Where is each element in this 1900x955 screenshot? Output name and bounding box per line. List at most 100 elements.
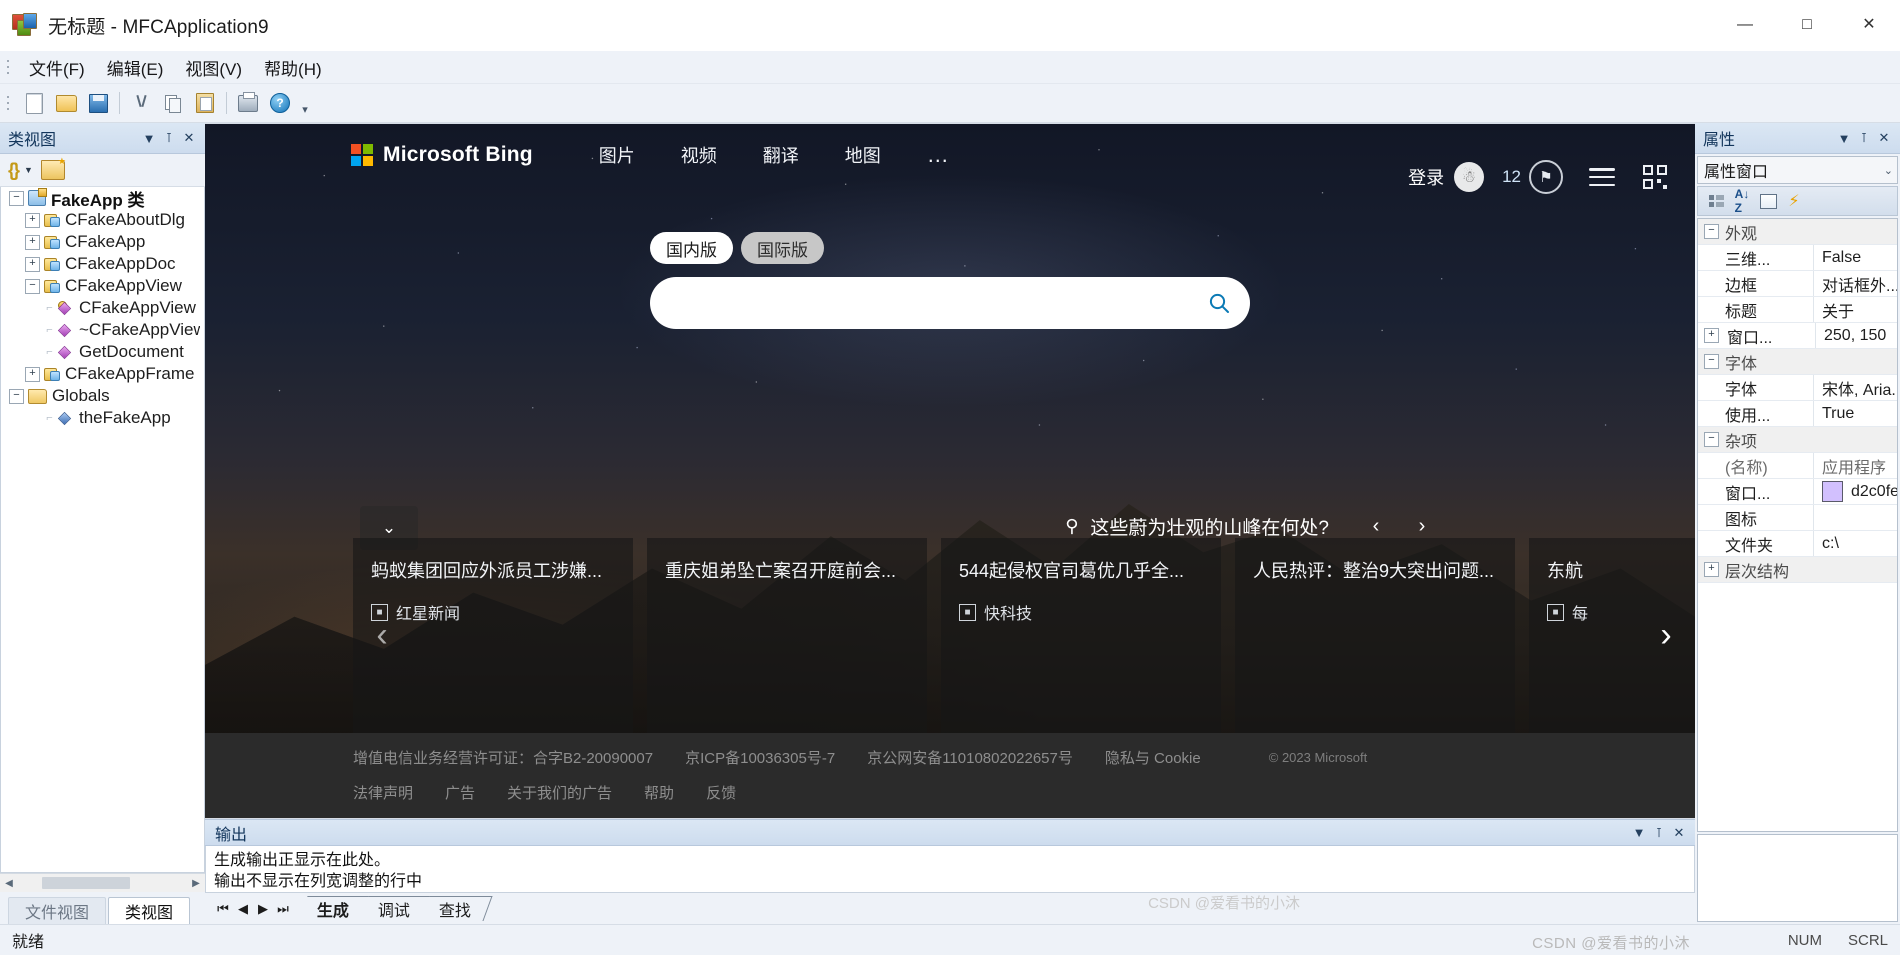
property-value[interactable]: False bbox=[1814, 249, 1897, 267]
expander-icon[interactable]: + bbox=[25, 212, 40, 228]
property-row-use-font[interactable]: 使用... True bbox=[1698, 401, 1897, 427]
expander-icon[interactable]: − bbox=[1704, 354, 1719, 369]
pin-icon[interactable]: ⊺ bbox=[1854, 128, 1874, 148]
next-tab-button[interactable]: ▶ bbox=[253, 901, 273, 917]
tab-class-view[interactable]: 类视图 bbox=[108, 897, 191, 924]
tree-node-cfakeappview-ctor[interactable]: ⌐ CFakeAppView bbox=[1, 297, 204, 319]
categorized-view-button[interactable] bbox=[1703, 190, 1729, 212]
alphabetical-view-button[interactable]: A↓ Z bbox=[1729, 187, 1755, 215]
toolbar-overflow-button[interactable]: ▾ bbox=[299, 90, 311, 116]
save-button[interactable] bbox=[83, 88, 113, 118]
footer-help[interactable]: 帮助 bbox=[644, 782, 674, 803]
bing-logo[interactable]: Microsoft Bing bbox=[351, 143, 533, 167]
class-filter-icon[interactable]: {} bbox=[8, 160, 20, 181]
nav-link-maps[interactable]: 地图 bbox=[845, 142, 881, 168]
footer-legal[interactable]: 法律声明 bbox=[353, 782, 413, 803]
property-value-color[interactable]: d2c0fe bbox=[1814, 481, 1897, 502]
properties-grid[interactable]: − 外观 三维... False 边框 对话框外... 标题 关于 + 窗口..… bbox=[1697, 218, 1898, 832]
print-button[interactable] bbox=[233, 88, 263, 118]
expander-icon[interactable]: + bbox=[25, 366, 40, 382]
property-pages-button[interactable] bbox=[1755, 190, 1781, 212]
expander-icon[interactable]: − bbox=[9, 388, 24, 404]
menu-help[interactable]: 帮助(H) bbox=[253, 51, 333, 84]
property-row-window-color[interactable]: 窗口... d2c0fe bbox=[1698, 479, 1897, 505]
class-view-hscrollbar[interactable]: ◀ ▶ bbox=[0, 873, 205, 892]
nav-link-videos[interactable]: 视频 bbox=[681, 142, 717, 168]
close-icon[interactable]: ✕ bbox=[1874, 128, 1894, 148]
cards-next-button[interactable]: › bbox=[1637, 538, 1695, 733]
property-category-appearance[interactable]: − 外观 bbox=[1698, 219, 1897, 245]
property-row-caption[interactable]: 标题 关于 bbox=[1698, 297, 1897, 323]
scroll-track[interactable] bbox=[18, 876, 187, 890]
pin-icon[interactable]: ⊺ bbox=[1649, 823, 1669, 843]
output-text-area[interactable]: 生成输出正显示在此处。 输出不显示在列宽调整的行中 bbox=[205, 846, 1695, 894]
hamburger-menu-icon[interactable] bbox=[1589, 168, 1615, 186]
news-card[interactable]: 重庆姐弟坠亡案召开庭前会... bbox=[647, 538, 927, 733]
menu-view[interactable]: 视图(V) bbox=[174, 51, 253, 84]
minimize-button[interactable]: — bbox=[1714, 0, 1776, 50]
property-value[interactable]: 关于 bbox=[1814, 298, 1897, 322]
close-icon[interactable]: ✕ bbox=[179, 128, 199, 148]
news-card[interactable]: 544起侵权官司葛优几乎全... ■ 快科技 bbox=[941, 538, 1221, 733]
tree-node-thefakeapp[interactable]: ⌐ theFakeApp bbox=[1, 407, 204, 429]
scroll-left-icon[interactable]: ◀ bbox=[0, 874, 18, 892]
tree-node-cfakeappview[interactable]: − CFakeAppView bbox=[1, 275, 204, 297]
expander-icon[interactable]: + bbox=[1704, 328, 1719, 343]
pin-icon[interactable]: ⊺ bbox=[159, 128, 179, 148]
expander-icon[interactable]: − bbox=[1704, 224, 1719, 239]
sign-in-label[interactable]: 登录 bbox=[1408, 164, 1444, 190]
property-row-3d[interactable]: 三维... False bbox=[1698, 245, 1897, 271]
avatar[interactable]: ☃ bbox=[1454, 162, 1485, 192]
close-icon[interactable]: ✕ bbox=[1669, 823, 1689, 843]
paste-button[interactable] bbox=[190, 88, 220, 118]
footer-privacy-cookies[interactable]: 隐私与 Cookie bbox=[1105, 747, 1201, 768]
footer-icp-number[interactable]: 京ICP备10036305号-7 bbox=[685, 747, 835, 768]
nav-link-images[interactable]: 图片 bbox=[599, 142, 635, 168]
cut-button[interactable] bbox=[126, 88, 156, 118]
property-value[interactable]: 对话框外... bbox=[1814, 272, 1897, 296]
property-category-misc[interactable]: − 杂项 bbox=[1698, 427, 1897, 453]
maximize-button[interactable]: □ bbox=[1776, 0, 1838, 50]
expander-icon[interactable]: + bbox=[1704, 562, 1719, 577]
expander-icon[interactable]: + bbox=[25, 234, 40, 250]
property-row-font[interactable]: 字体 宋体, Aria... bbox=[1698, 375, 1897, 401]
search-button[interactable] bbox=[1198, 282, 1240, 324]
tree-node-globals[interactable]: − Globals bbox=[1, 385, 204, 407]
tree-node-getdocument[interactable]: ⌐ GetDocument bbox=[1, 341, 204, 363]
market-tab-international[interactable]: 国际版 bbox=[741, 232, 824, 264]
close-button[interactable]: ✕ bbox=[1838, 0, 1900, 50]
footer-feedback[interactable]: 反馈 bbox=[706, 782, 736, 803]
tree-node-fakeapp-classes[interactable]: − FakeApp 类 bbox=[1, 187, 204, 210]
chevron-down-icon[interactable]: ▼ bbox=[1834, 128, 1854, 148]
chevron-down-icon[interactable]: ▼ bbox=[24, 165, 33, 175]
expander-icon[interactable]: − bbox=[25, 278, 40, 294]
last-tab-button[interactable]: ⏭ bbox=[273, 901, 293, 917]
property-value[interactable]: 250, 150 bbox=[1816, 327, 1897, 345]
property-row-folder[interactable]: 文件夹 c:\ bbox=[1698, 531, 1897, 557]
scroll-right-icon[interactable]: ▶ bbox=[187, 874, 205, 892]
chevron-down-icon[interactable]: ▼ bbox=[139, 128, 159, 148]
chevron-down-icon[interactable]: ⌄ bbox=[1884, 164, 1893, 177]
more-menu-icon[interactable]: … bbox=[927, 142, 951, 168]
expander-icon[interactable]: + bbox=[25, 256, 40, 272]
tree-node-cfakeappdoc[interactable]: + CFakeAppDoc bbox=[1, 253, 204, 275]
property-value[interactable]: True bbox=[1814, 405, 1897, 423]
new-folder-icon[interactable] bbox=[40, 156, 66, 180]
nav-link-translate[interactable]: 翻译 bbox=[763, 142, 799, 168]
search-box[interactable] bbox=[650, 277, 1250, 329]
property-category-hierarchy[interactable]: + 层次结构 bbox=[1698, 557, 1897, 583]
market-tab-domestic[interactable]: 国内版 bbox=[650, 232, 733, 264]
expander-icon[interactable]: − bbox=[9, 190, 24, 206]
menu-file[interactable]: 文件(F) bbox=[18, 51, 96, 84]
property-row-window-size[interactable]: + 窗口... 250, 150 bbox=[1698, 323, 1897, 349]
menu-edit[interactable]: 编辑(E) bbox=[96, 51, 175, 84]
news-card[interactable]: 人民热评：整治9大突出问题... bbox=[1235, 538, 1515, 733]
open-button[interactable] bbox=[51, 88, 81, 118]
toolbar-grip[interactable] bbox=[6, 93, 14, 113]
property-value[interactable]: 宋体, Aria... bbox=[1814, 376, 1897, 400]
tree-node-cfakeappview-dtor[interactable]: ⌐ ~CFakeAppView bbox=[1, 319, 204, 341]
tab-file-view[interactable]: 文件视图 bbox=[8, 897, 107, 924]
properties-object-selector[interactable]: 属性窗口 ⌄ bbox=[1697, 156, 1898, 184]
output-tab-find[interactable]: 查找 bbox=[420, 896, 493, 922]
tree-node-cfakeaboutdlg[interactable]: + CFakeAboutDlg bbox=[1, 209, 204, 231]
